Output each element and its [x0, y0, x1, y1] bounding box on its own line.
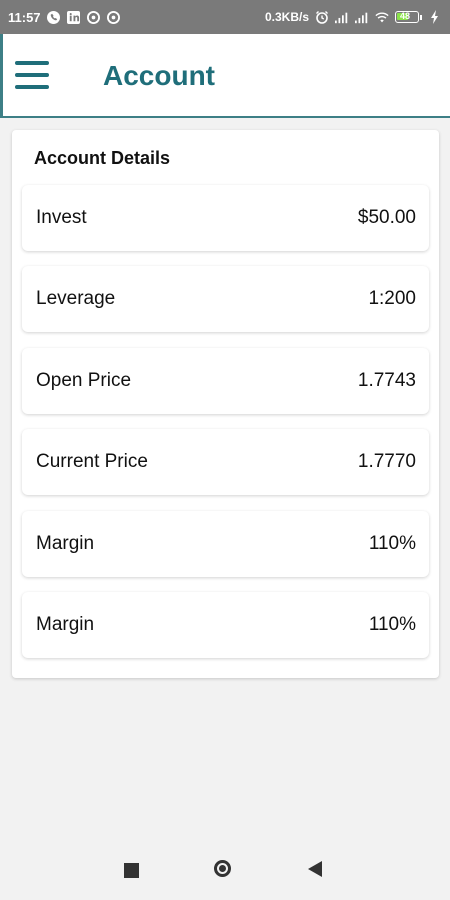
alarm-icon — [315, 10, 329, 24]
detail-row-margin: Margin 110% — [22, 592, 429, 658]
detail-label: Margin — [36, 614, 95, 635]
detail-value: 110% — [368, 533, 416, 554]
app-notification-icon — [107, 10, 121, 24]
signal-icon — [355, 10, 369, 24]
detail-row-invest: Invest $50.00 — [22, 185, 429, 251]
charging-icon — [428, 10, 442, 24]
detail-value: 1:200 — [368, 288, 416, 309]
battery-level: 48 — [400, 11, 411, 21]
detail-label: Open Price — [36, 370, 132, 391]
back-triangle-icon[interactable] — [308, 861, 322, 877]
detail-row-current-price: Current Price 1.7770 — [22, 429, 429, 495]
network-speed: 0.3KB/s — [264, 10, 309, 24]
battery-icon: 48 — [395, 11, 422, 23]
account-details-card: Account Details Invest $50.00 Leverage 1… — [12, 130, 439, 678]
card-title: Account Details — [34, 148, 171, 168]
home-circle-icon[interactable] — [214, 860, 231, 877]
app-bar: Account — [0, 34, 450, 118]
detail-row-open-price: Open Price 1.7743 — [22, 348, 429, 414]
menu-icon[interactable] — [15, 61, 49, 89]
detail-label: Margin — [36, 533, 95, 554]
app-notification-icon — [87, 10, 101, 24]
status-time: 11:57 — [8, 9, 41, 25]
phone-icon — [47, 10, 61, 24]
detail-label: Leverage — [36, 288, 116, 309]
status-bar: 11:57 0.3KB/s 48 — [0, 0, 450, 34]
page-title: Account — [103, 60, 215, 91]
recents-square-icon[interactable] — [124, 863, 139, 878]
status-bar-right: 0.3KB/s 48 — [265, 10, 442, 24]
wifi-icon — [375, 10, 389, 24]
detail-value: 1.7770 — [357, 451, 416, 472]
detail-label: Invest — [36, 207, 87, 228]
linkedin-icon — [67, 10, 81, 24]
detail-row-leverage: Leverage 1:200 — [22, 266, 429, 332]
detail-row-margin: Margin 110% — [22, 511, 429, 577]
detail-label: Current Price — [36, 451, 148, 472]
system-nav-bar — [0, 840, 450, 900]
status-bar-left: 11:57 — [8, 10, 121, 25]
detail-value: 1.7743 — [357, 370, 416, 391]
detail-value: $50.00 — [357, 207, 416, 228]
detail-value: 110% — [368, 614, 416, 635]
signal-icon — [335, 10, 349, 24]
